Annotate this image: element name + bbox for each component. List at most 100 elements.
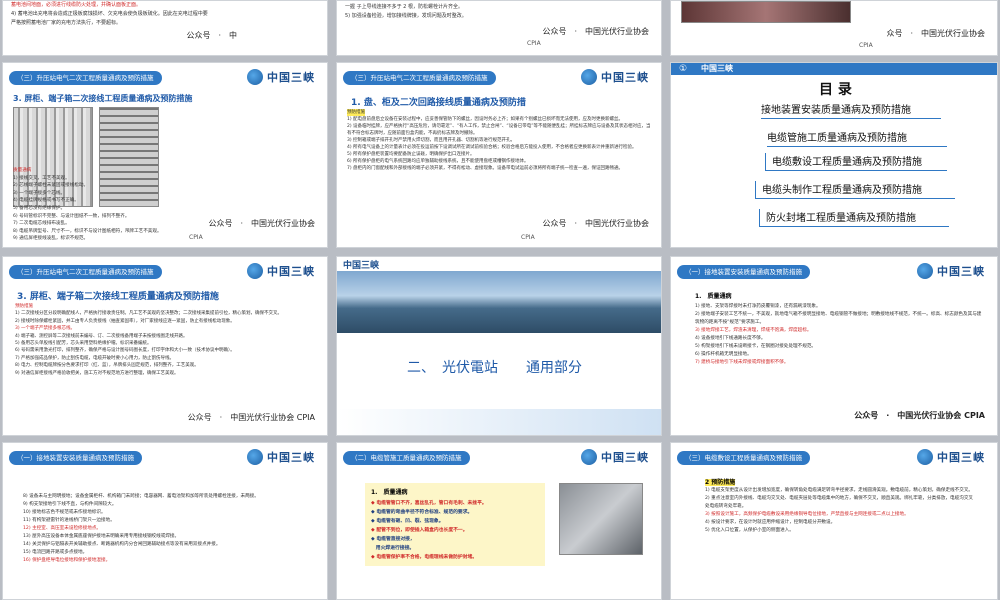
slide-photo xyxy=(681,1,851,23)
slide-top-left[interactable]: 蓄电池间地面，必须进行线缆防火处理，并确认面板正面。 4) 蓄电池出充电将会造成… xyxy=(2,0,328,56)
slide-footer-cpia: CPIA xyxy=(527,40,541,47)
list-item: 5) 备用芯没有绝缘保护。 xyxy=(13,205,66,211)
slide-footer: 公众号 · 中国光伏行业协会 xyxy=(542,219,649,228)
slide-footer-cpia: CPIA xyxy=(189,234,203,241)
slide-r3-c1[interactable]: （一）接地装置安装质量通病及预防措施 中国三峡 8) 设备未与主网明接地；设备金… xyxy=(2,442,328,600)
list-item: 3) 一个端子严禁接多根芯线。 xyxy=(15,326,76,332)
list-item: 8) 电力、控制电缆牌按分色要求打印（红、蓝），吊牌排头固定规范，排列整齐，工艺… xyxy=(15,363,199,369)
logo-text: 中国三峡 xyxy=(343,261,380,271)
logo-text: 中国三峡 xyxy=(267,265,315,278)
list-item: 5) 构架接地引下线未设断接卡，在钢圈对接处处理不规范。 xyxy=(695,344,817,349)
list-item: 5) 所有保护盘柜装置均要配备防止误碰，明确保护出口连接片。 xyxy=(347,152,475,157)
brand-logo: 中国三峡 xyxy=(913,261,989,281)
slide-footer: 公众号 · 中国光伏行业协会 xyxy=(542,27,649,36)
toc-item[interactable]: 电缆敷设工程质量通病及预防措施 xyxy=(765,153,947,171)
slide-title: 1. 盘、柜及二次回路接线质量通病及预防措 xyxy=(351,98,526,108)
logo-icon xyxy=(247,263,263,279)
solar-banner-photo xyxy=(337,271,661,333)
section-head: 1. 质量通病 xyxy=(371,489,408,496)
list-item: 11) 有构架避雷针的进线桥门架只一边接地。 xyxy=(23,518,115,523)
list-item: 4) 所有电气设备上的计量表计必须在投运前按下设调试所在调试前校验合格；校验合格… xyxy=(347,145,637,150)
brand-logo: 中国三峡 xyxy=(243,261,319,281)
list-item: 1) 接地、支架等焊接时未打净药皮覆铜漆，还有漏刷漆现象。 xyxy=(695,304,821,309)
toc-item[interactable]: 接地装置安装质量通病及预防措施 xyxy=(761,101,941,119)
list-item: 2) 芯线端子螺栓未紧固或接线松动。 xyxy=(13,183,89,189)
logo-text: 中国三峡 xyxy=(937,265,985,278)
slide-footer-cpia: CPIA xyxy=(521,234,535,241)
slide-footer-cpia: CPIA xyxy=(859,42,873,49)
list-item: 用火焊进行接接。 xyxy=(371,546,415,551)
slide-title: 3. 屏柜、端子箱二次接线工程质量通病及预防措施 xyxy=(13,94,193,103)
text-line: 一握 子上导线连接不多于 2 根，防松螺栓计片齐全。 xyxy=(345,4,463,10)
list-item: 3) 一个端子接多个芯线。 xyxy=(13,190,66,196)
section-number: ① xyxy=(679,64,688,74)
section-head: 2 预防措施 xyxy=(705,477,736,486)
list-item: ◆ 电缆管直接对接， xyxy=(371,537,415,542)
logo-text: 中国三峡 xyxy=(601,71,649,84)
list-item: 2) 接地端子安装工艺不统一，不美观，就地电气箱不接明显接地、电缆钢管不做接地；… xyxy=(695,312,982,325)
slide-r3-c3[interactable]: （三）电缆敷设工程质量通病及预防措施 中国三峡 2 预防措施 1) 电缆支架更度… xyxy=(670,442,998,600)
slide-r1-c2[interactable]: （三）升压站电气二次工程质量通病及预防措施 中国三峡 1. 盘、柜及二次回路接线… xyxy=(336,62,662,248)
logo-text: 中国三峡 xyxy=(937,451,985,464)
logo-icon xyxy=(581,449,597,465)
slide-bottom-wave xyxy=(337,409,661,435)
list-item: 5) 优化入口位置，从保护小室的侧面进入。 xyxy=(705,528,794,533)
section-tag: （三）电缆敷设工程质量通病及预防措施 xyxy=(677,451,810,465)
list-item: 3) 控制箱或端子排开孔时严禁用火焊切割，而且用开孔器、切割机等进行规范开孔。 xyxy=(347,138,516,143)
list-item: 1) 配电盘前盘后立设备在安装过程中，应妥善保管防下的螺丝，因设时务必上齐；如果… xyxy=(347,117,624,122)
defect-list-box: 1. 质量通病 ◆ 电缆管管口不齐，喜丝乱孔，管口有毛刺、未挫平。 ◆ 电缆管的… xyxy=(365,483,545,566)
slide-r2-c1[interactable]: （三）升压站电气二次工程质量通病及预防措施 中国三峡 3. 屏柜、端子箱二次接线… xyxy=(2,256,328,436)
slide-r2-c2[interactable]: 中国三峡 二、 光伏電站 通用部分 xyxy=(336,256,662,436)
list-item: 13) 屋外高压设备本体金属底座保护接地未明确采用专用接线钢绞线或焊接。 xyxy=(23,534,180,539)
slide-top-middle[interactable]: 一握 子上导线连接不多于 2 根，防松螺栓计片齐全。 5) 加强设备检验，增加接… xyxy=(336,0,662,56)
subhead: 质量通病 xyxy=(13,168,32,173)
slide-r3-c2[interactable]: （二）电缆管施工质量通病及预防措施 中国三峡 1. 质量通病 ◆ 电缆管管口不齐… xyxy=(336,442,662,600)
toc-item-label: 防火封堵工程质量通病及预防措施 xyxy=(766,213,916,224)
list-item: 9) 构支架接地引下线不直，与构件间隙较大。 xyxy=(23,502,117,507)
logo-icon xyxy=(917,263,933,279)
list-item: 7) 盘柜内的门窗配线和外部接线的端子必须开紧，不得有松动、虚接现象。设备带电试… xyxy=(347,166,624,171)
logo-icon xyxy=(581,69,597,85)
toc-item[interactable]: 电缆头制作工程质量通病及预防措施 xyxy=(755,181,955,199)
text-line: 4) 蓄电池出充电将会造成正极板腐蚀损坏、欠充电会使负极板硫化。因此在充电过程中… xyxy=(11,11,208,17)
list-item: 8) 设备未与主网明接地；设备金属柜杆、机构箱门未跨接；电容器网、蓄电池架和加等… xyxy=(23,494,259,499)
logo-icon xyxy=(247,449,263,465)
slide-header: 中国三峡 xyxy=(337,257,661,271)
list-item: ◆ 电缆管管口不齐，喜丝乱孔，管口有毛刺、未挫平。 xyxy=(371,501,487,506)
list-item: 1) 接线交叉，工艺不美观。 xyxy=(13,175,70,181)
subhead: 预防措施 xyxy=(347,109,365,116)
slide-r1-c1[interactable]: （三）升压站电气二次工程质量通病及预防措施 中国三峡 3. 屏柜、端子箱二次接线… xyxy=(2,62,328,248)
list-item: ◆ 电缆管有砸、凹、裂、弦现象。 xyxy=(371,519,444,524)
slide-footer: 公众号 · 中国光伏行业协会 xyxy=(208,219,315,228)
text-line: 蓄电池间地面，必须进行线缆防火处理，并确认面板正面。 xyxy=(11,2,142,8)
toc-item[interactable]: 防火封堵工程质量通病及预防措施 xyxy=(759,209,949,227)
list-item: 10) 接地标志色不规范或未作接地标识。 xyxy=(23,510,106,515)
toc-item-label: 电缆管施工质量通病及预防措施 xyxy=(767,133,907,144)
list-item: 6) 所有保护盘柜的电气系统回路均应单独辅助接线系统，且不能使用盘柜或槽钢作接地… xyxy=(347,159,529,164)
slide-r1-c3[interactable]: ① 中国三峡 目 录 接地装置安装质量通病及预防措施 电缆管施工质量通病及预防措… xyxy=(670,62,998,248)
toc-item-label: 电缆敷设工程质量通病及预防措施 xyxy=(772,157,922,168)
slide-r2-c3[interactable]: （一）接地装置安装质量通病及预防措施 中国三峡 1. 质量通病 1) 接地、支架… xyxy=(670,256,998,436)
toc-title: 目 录 xyxy=(819,82,852,98)
slide-top-right[interactable]: 众号 · 中国光伏行业协会 CPIA xyxy=(670,0,998,56)
header-logo-text: 中国三峡 xyxy=(701,64,733,73)
section-tag: （二）电缆管施工质量通病及预防措施 xyxy=(343,451,470,465)
section-tag: （三）升压站电气二次工程质量通病及预防措施 xyxy=(343,71,496,85)
section-tag: （三）升压站电气二次工程质量通病及预防措施 xyxy=(9,71,162,85)
list-item: 4) 端子箱、测控屏等二次接线前未编号、订、二次接线备用端子未按接线图走线开路。 xyxy=(15,333,188,339)
toc-item[interactable]: 电缆管施工质量通病及预防措施 xyxy=(767,129,947,147)
brand-logo: 中国三峡 xyxy=(577,447,653,467)
list-item: 9) 通信屏柜接线凌乱，标识不规范。 xyxy=(13,236,89,242)
toc-item-label: 电缆头制作工程质量通病及预防措施 xyxy=(762,185,922,196)
list-item: 2) 接线时除保螺栓紧固，并工由专人负责接线（抽查紧固率），对厂家接线应逐一紧固… xyxy=(15,318,235,324)
slide-title: 3. 屏柜、端子箱二次接线工程质量通病及预防措施 xyxy=(17,292,219,302)
brand-logo: 中国三峡 xyxy=(577,67,653,87)
toc-item-label: 接地装置安装质量通病及预防措施 xyxy=(761,105,911,116)
brand-logo: 中国三峡 xyxy=(243,447,319,467)
text-line: 5) 加强设备检验，增加接线牌接，发现问题及时整改。 xyxy=(345,13,467,19)
slide-footer: 公众号 · 中国光伏行业协会 CPIA xyxy=(854,411,985,420)
list-item: 1) 电缆支架更度从设计出发增加宽度，确保转角处电缆满足转弯半径要求，走线圆滑美… xyxy=(705,488,974,493)
list-item: 9) 对通信屏柜接线严格验收把关，施工方对不规范地方进行整理，确保工艺美观。 xyxy=(15,370,179,376)
list-item: ◆ 配管不到位，即使插入箱盒内也长度不一。 xyxy=(371,528,468,533)
list-item: 16) 保护盘柜导电位接地和保护接地混接。 xyxy=(23,558,111,563)
